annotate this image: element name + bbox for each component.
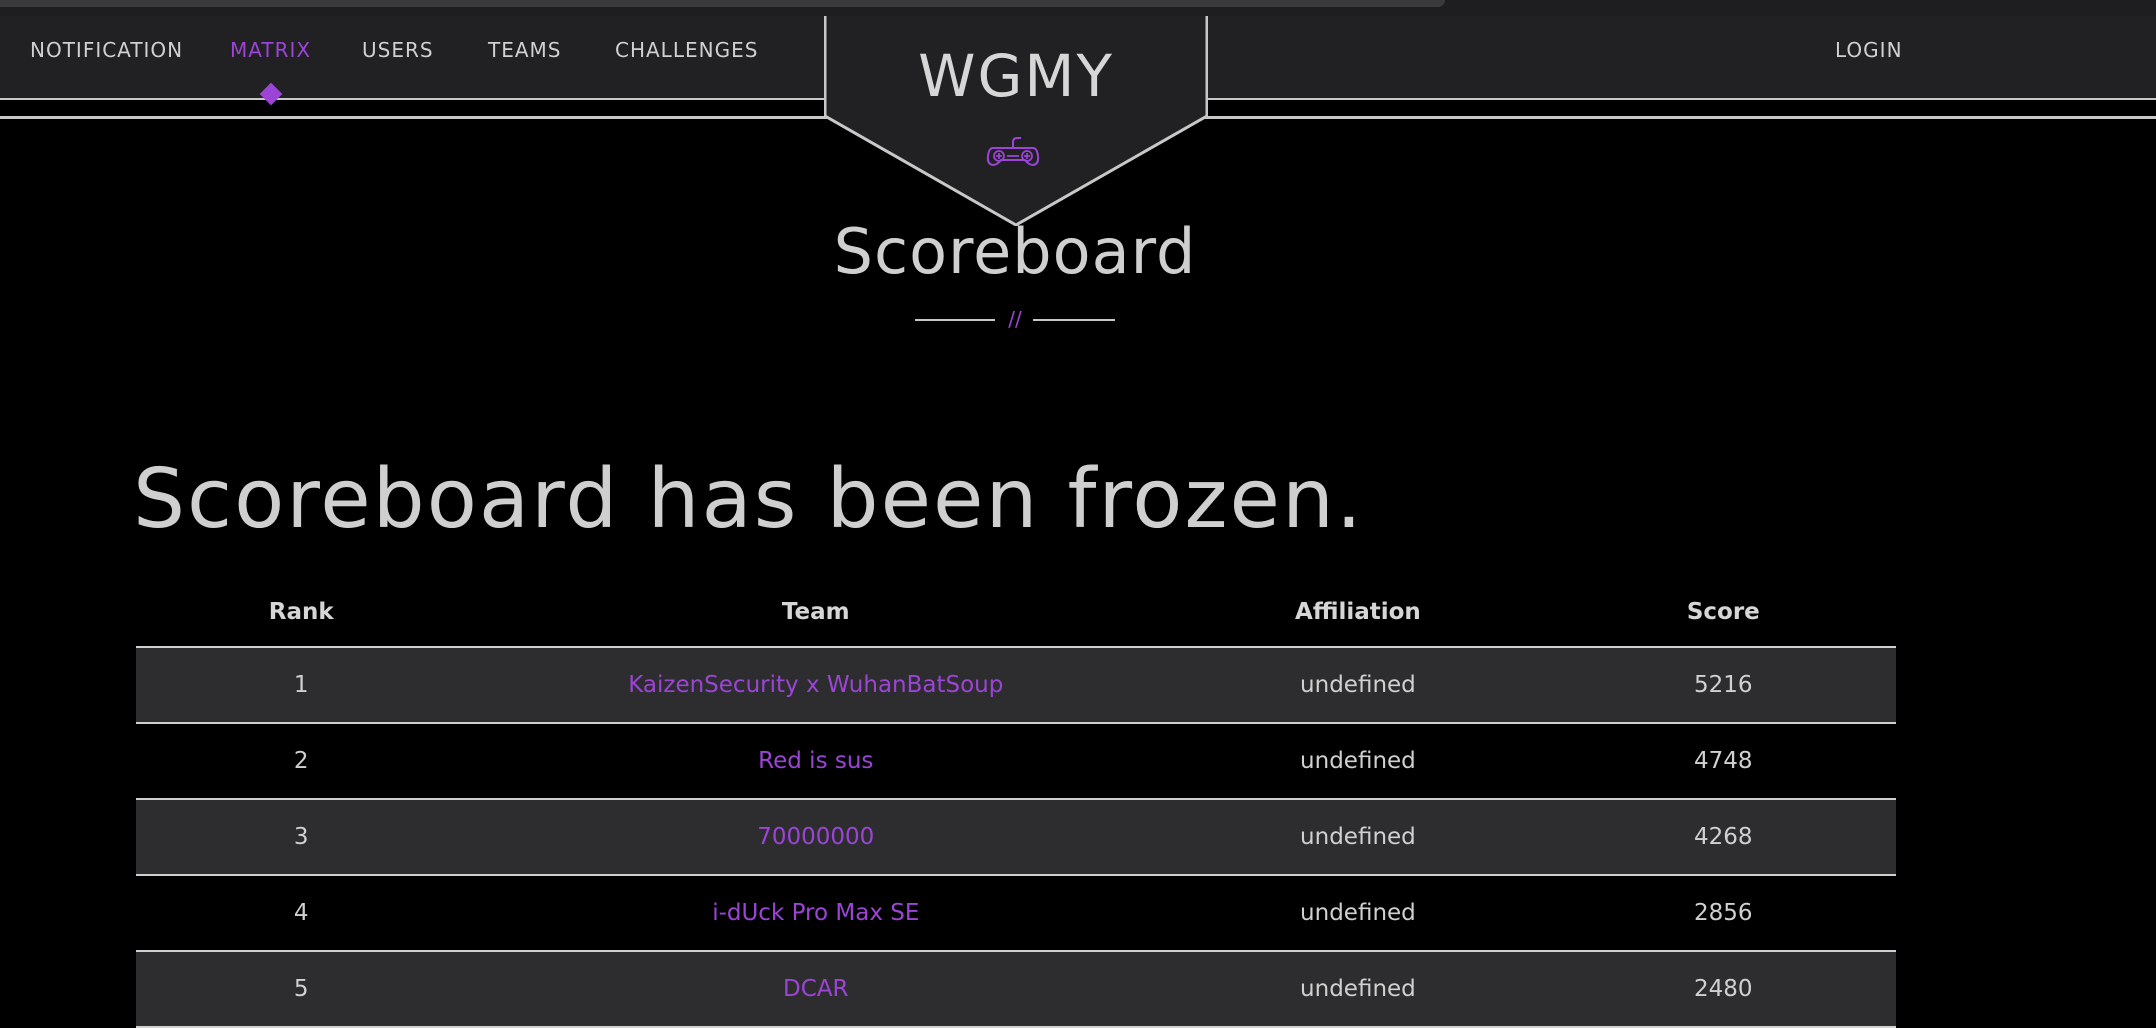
team-link[interactable]: i-dUck Pro Max SE — [466, 875, 1166, 952]
rank-cell: 2 — [136, 723, 467, 800]
team-link[interactable]: 70000000 — [466, 799, 1166, 876]
browser-top-strip — [0, 0, 2156, 16]
nav-item-matrix[interactable]: MATRIX — [230, 38, 311, 62]
table-row: 5 DCAR undefined 2480 — [136, 951, 1896, 1028]
score-cell: 2856 — [1550, 875, 1896, 952]
affiliation-cell: undefined — [1165, 647, 1551, 724]
header-team[interactable]: Team — [466, 578, 1166, 648]
login-link[interactable]: LOGIN — [1835, 38, 1903, 62]
frozen-message: Scoreboard has been frozen. — [133, 452, 1364, 547]
rank-cell: 1 — [136, 647, 467, 724]
gamepad-icon — [986, 137, 1040, 167]
nav-item-notification[interactable]: NOTIFICATION — [30, 38, 183, 62]
team-link[interactable]: DCAR — [466, 951, 1166, 1028]
rank-cell: 3 — [136, 799, 467, 876]
affiliation-cell: undefined — [1165, 723, 1551, 800]
affiliation-cell: undefined — [1165, 875, 1551, 952]
table-row: 1 KaizenSecurity x WuhanBatSoup undefine… — [136, 647, 1896, 724]
nav-item-users[interactable]: USERS — [362, 38, 434, 62]
brand-logo[interactable]: WGMY — [824, 42, 1208, 110]
rank-cell: 5 — [136, 951, 467, 1028]
browser-tab-bar — [0, 0, 1445, 7]
table-row: 2 Red is sus undefined 4748 — [136, 723, 1896, 800]
header-score[interactable]: Score — [1550, 578, 1896, 648]
score-cell: 4748 — [1550, 723, 1896, 800]
affiliation-cell: undefined — [1165, 951, 1551, 1028]
table-row: 4 i-dUck Pro Max SE undefined 2856 — [136, 875, 1896, 952]
header-rank[interactable]: Rank — [136, 578, 467, 648]
title-separator: // — [915, 307, 1115, 330]
nav-item-teams[interactable]: TEAMS — [488, 38, 562, 62]
nav-item-challenges[interactable]: CHALLENGES — [615, 38, 758, 62]
scoreboard-table: Rank Team Affiliation Score 1 KaizenSecu… — [136, 578, 1896, 1028]
team-link[interactable]: KaizenSecurity x WuhanBatSoup — [466, 647, 1166, 724]
header-affiliation[interactable]: Affiliation — [1165, 578, 1551, 648]
page-title: Scoreboard — [833, 215, 1197, 288]
team-link[interactable]: Red is sus — [466, 723, 1166, 800]
score-cell: 4268 — [1550, 799, 1896, 876]
table-row: 3 70000000 undefined 4268 — [136, 799, 1896, 876]
rank-cell: 4 — [136, 875, 467, 952]
table-header-row: Rank Team Affiliation Score — [136, 578, 1896, 648]
score-cell: 5216 — [1550, 647, 1896, 724]
separator-slashes: // — [1008, 307, 1022, 330]
score-cell: 2480 — [1550, 951, 1896, 1028]
affiliation-cell: undefined — [1165, 799, 1551, 876]
